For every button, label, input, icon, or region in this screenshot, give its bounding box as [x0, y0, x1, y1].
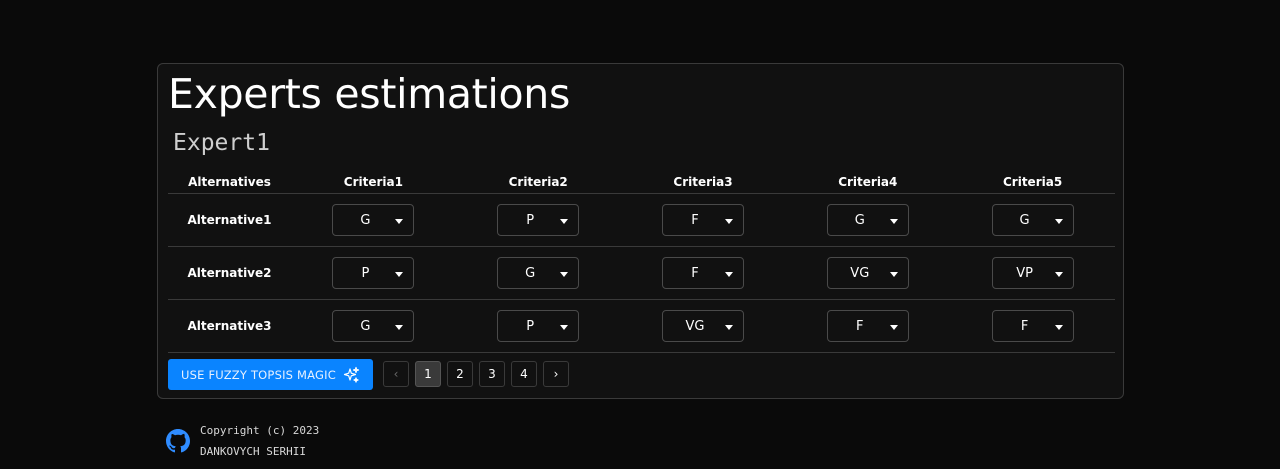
expert-name: Expert1	[173, 130, 270, 156]
select-value: G	[525, 265, 536, 281]
select-value: F	[691, 265, 699, 281]
chevron-down-icon	[560, 272, 569, 277]
cell: VG	[785, 246, 951, 300]
estimate-select[interactable]: P	[497, 310, 580, 342]
chevron-down-icon	[1054, 325, 1063, 330]
chevron-down-icon	[395, 219, 404, 224]
select-value: G	[360, 318, 371, 334]
github-icon[interactable]	[166, 429, 190, 453]
fuzzy-topsis-magic-button[interactable]: USE FUZZY TOPSIS MAGIC	[168, 359, 373, 390]
chevron-down-icon	[1054, 272, 1063, 277]
table-row: Alternative3 G P VG F F	[168, 299, 1115, 353]
page-title: Experts estimations	[168, 70, 571, 118]
chevron-down-icon	[395, 272, 404, 277]
select-value: VG	[685, 318, 705, 334]
select-value: F	[691, 212, 699, 228]
header-criteria4: Criteria4	[785, 170, 951, 194]
cell: P	[455, 193, 621, 247]
select-value: G	[1019, 212, 1030, 228]
table-row: Alternative1 G P F G G	[168, 193, 1115, 247]
magic-button-label: USE FUZZY TOPSIS MAGIC	[181, 367, 336, 382]
estimate-select[interactable]: P	[497, 204, 580, 236]
header-criteria5: Criteria5	[950, 170, 1115, 194]
cell: G	[291, 193, 456, 247]
select-value: G	[854, 212, 865, 228]
pagination: ‹ 1 2 3 4 ›	[383, 361, 569, 387]
page-button-3[interactable]: 3	[479, 361, 505, 387]
select-value: VG	[850, 265, 870, 281]
alternative-label: Alternative2	[168, 246, 291, 300]
cell: VG	[620, 299, 786, 353]
chevron-down-icon	[560, 219, 569, 224]
cell: VP	[950, 246, 1115, 300]
experts-card: Experts estimations Expert1 Alternatives…	[157, 63, 1124, 399]
footer-text: Copyright (c) 2023 DANKOVYCH SERHII	[200, 420, 319, 462]
select-value: F	[1020, 318, 1029, 334]
table-header-row: Alternatives Criteria1 Criteria2 Criteri…	[168, 170, 1115, 194]
chevron-down-icon	[889, 325, 898, 330]
select-value: P	[526, 318, 535, 334]
header-alternatives: Alternatives	[168, 170, 291, 194]
select-value: VP	[1016, 265, 1033, 281]
estimate-select[interactable]: VG	[826, 257, 909, 289]
cell: F	[620, 246, 786, 300]
chevron-down-icon	[724, 272, 733, 277]
pagination-next-button[interactable]: ›	[543, 361, 569, 387]
cell: P	[291, 246, 456, 300]
header-criteria2: Criteria2	[455, 170, 621, 194]
estimate-select[interactable]: VG	[661, 310, 744, 342]
header-criteria3: Criteria3	[620, 170, 786, 194]
estimations-table: Alternatives Criteria1 Criteria2 Criteri…	[168, 170, 1115, 353]
select-value: P	[526, 212, 535, 228]
estimate-select[interactable]: P	[332, 257, 415, 289]
select-value: F	[856, 318, 864, 334]
estimate-select[interactable]: F	[826, 310, 909, 342]
footer: Copyright (c) 2023 DANKOVYCH SERHII	[166, 420, 319, 462]
estimate-select[interactable]: G	[332, 310, 415, 342]
estimate-select[interactable]: G	[332, 204, 415, 236]
estimate-select[interactable]: G	[497, 257, 580, 289]
sparkle-icon	[342, 366, 360, 384]
select-value: P	[361, 265, 370, 281]
estimate-select[interactable]: F	[991, 310, 1074, 342]
page-button-4[interactable]: 4	[511, 361, 537, 387]
chevron-down-icon	[724, 325, 733, 330]
alternative-label: Alternative1	[168, 193, 291, 247]
chevron-down-icon	[889, 272, 898, 277]
copyright-text: Copyright (c) 2023	[200, 424, 320, 437]
estimate-select[interactable]: G	[991, 204, 1074, 236]
author-text: DANKOVYCH SERHII	[200, 445, 306, 458]
chevron-down-icon	[889, 219, 898, 224]
chevron-down-icon	[1054, 219, 1063, 224]
page-button-2[interactable]: 2	[447, 361, 473, 387]
cell: G	[455, 246, 621, 300]
page-button-1[interactable]: 1	[415, 361, 441, 387]
chevron-down-icon	[560, 325, 569, 330]
cell: F	[785, 299, 951, 353]
table-row: Alternative2 P G F VG VP	[168, 246, 1115, 300]
cell: F	[620, 193, 786, 247]
estimate-select[interactable]: F	[661, 257, 744, 289]
cell: G	[291, 299, 456, 353]
cell: G	[785, 193, 951, 247]
cell: G	[950, 193, 1115, 247]
chevron-down-icon	[724, 219, 733, 224]
alternative-label: Alternative3	[168, 299, 291, 353]
estimate-select[interactable]: G	[826, 204, 909, 236]
chevron-down-icon	[395, 325, 404, 330]
estimate-select[interactable]: F	[661, 204, 744, 236]
select-value: G	[360, 212, 371, 228]
cell: F	[950, 299, 1115, 353]
estimate-select[interactable]: VP	[991, 257, 1074, 289]
pagination-prev-button[interactable]: ‹	[383, 361, 409, 387]
cell: P	[455, 299, 621, 353]
header-criteria1: Criteria1	[291, 170, 456, 194]
